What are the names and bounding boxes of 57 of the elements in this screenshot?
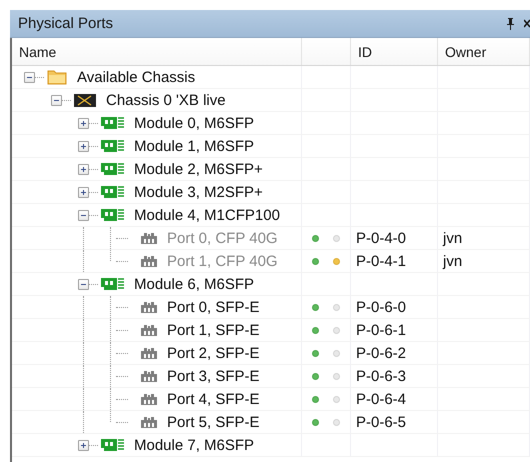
panel-title: Physical Ports [18,15,114,32]
module-card-icon [101,186,124,198]
tree-item-label[interactable]: Port 0, SFP-E [167,298,260,316]
tree-item-label[interactable]: Module 6, M6SFP [134,276,254,292]
expander-toggle[interactable] [78,278,89,290]
port-icon [141,256,157,266]
expander-toggle[interactable] [78,440,89,450]
tree-item-label[interactable]: Port 3, SFP-E [167,368,260,384]
tree-item-label[interactable]: Module 3, M2SFP+ [134,184,263,200]
port-icon [141,348,157,358]
column-header[interactable]: Name [12,38,302,65]
tree-item-label[interactable]: Port 2, SFP-E [167,344,260,362]
port-icon [141,416,157,428]
tree-item-label[interactable]: Port 4, SFP-E [167,390,260,408]
port-id: P-0-4-1 [356,252,406,270]
port-owner: jvn [443,252,462,270]
port-id: P-0-6-0 [356,298,406,316]
tree-item-label[interactable]: Available Chassis [77,68,196,86]
port-icon [141,370,157,382]
module-card-icon [101,117,124,129]
close-icon[interactable] [524,18,530,28]
expander-toggle[interactable] [78,210,89,220]
tree-item-label[interactable]: Module 7, M6SFP [134,436,254,454]
port-icon [141,324,157,336]
column-header[interactable]: Owner [438,38,530,65]
expander-toggle[interactable] [24,72,35,82]
module-card-icon [101,278,124,290]
module-card-icon [101,209,124,221]
port-icon [141,232,157,244]
port-id: P-0-6-3 [356,368,406,384]
port-owner: jvn [443,230,462,246]
port-id: P-0-6-1 [356,322,406,338]
tree-item-label[interactable]: Port 5, SFP-E [167,414,260,430]
expander-toggle[interactable] [78,140,89,152]
folder-icon [47,69,67,85]
port-id: P-0-6-5 [356,414,406,430]
tree-item-label[interactable]: Module 4, M1CFP100 [134,206,280,224]
port-icon [141,302,157,312]
expander-toggle[interactable] [78,164,89,174]
chassis-icon [74,94,96,106]
module-card-icon [101,439,124,451]
module-card-icon [101,163,124,175]
pin-icon[interactable] [506,17,515,30]
expander-toggle[interactable] [78,186,89,198]
tree-item-label[interactable]: Module 0, M6SFP [134,114,254,132]
port-id: P-0-4-0 [356,230,406,246]
expander-toggle[interactable] [51,94,62,106]
column-header[interactable]: ID [351,38,438,65]
tree-item-label[interactable]: Module 2, M6SFP+ [134,160,263,178]
tree-item-label[interactable]: Chassis 0 'XB live [106,92,226,108]
module-card-icon [101,140,124,152]
expander-toggle[interactable] [78,118,89,128]
tree-item-label[interactable]: Module 1, M6SFP [134,138,254,154]
port-icon [141,394,157,404]
tree-item-label[interactable]: Port 1, SFP-E [167,322,260,338]
port-id: P-0-6-2 [356,344,406,362]
port-id: P-0-6-4 [356,390,406,408]
